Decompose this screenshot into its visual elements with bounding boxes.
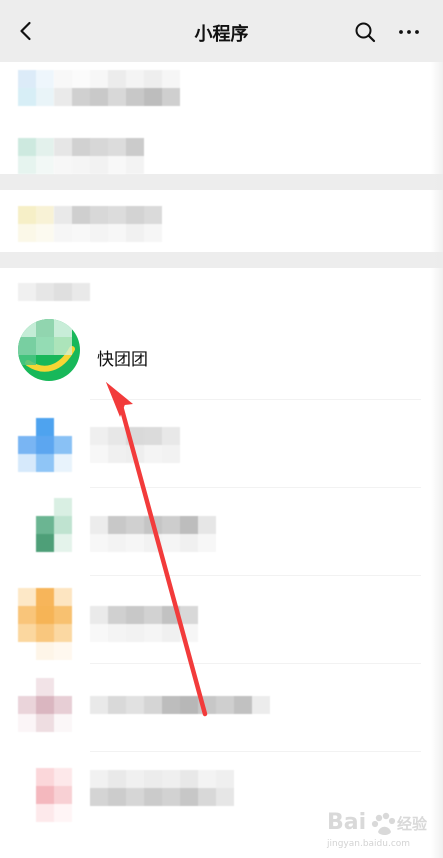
app-name-placeholder: [90, 606, 198, 642]
scroll-edge-shadow: [431, 62, 443, 858]
list-item[interactable]: [0, 400, 443, 488]
kuaituantuan-app-icon: [18, 319, 80, 381]
list-item[interactable]: [0, 488, 443, 576]
app-icon-placeholder: [18, 138, 54, 174]
app-icon-placeholder: [18, 418, 72, 472]
list-item[interactable]: [0, 576, 443, 664]
app-name-placeholder: [90, 696, 270, 714]
more-horizontal-icon[interactable]: [395, 20, 423, 44]
app-icon-placeholder: [36, 498, 72, 552]
app-name-placeholder: [54, 138, 144, 174]
app-icon-placeholder: [18, 206, 54, 242]
app-name-label[interactable]: 快团团: [97, 345, 148, 370]
app-name-placeholder: [90, 770, 234, 806]
watermark-label: 经验: [397, 815, 428, 833]
baidu-paw-icon: [371, 812, 396, 835]
app-icon-placeholder: [36, 768, 72, 822]
watermark-brand: Bai: [327, 810, 366, 835]
section-header-placeholder: [18, 283, 90, 301]
mini-program-list-screen: 小程序 快团团 Bai 经验 jingyan.baidu.com: [0, 0, 443, 858]
watermark-site: jingyan.baidu.com: [326, 839, 410, 849]
search-icon[interactable]: [353, 20, 377, 44]
baidu-watermark: Bai 经验 jingyan.baidu.com: [326, 810, 428, 849]
list-item[interactable]: [0, 192, 443, 252]
app-name-placeholder: [54, 70, 180, 106]
app-icon-placeholder: [18, 678, 72, 732]
app-icon-placeholder: [18, 70, 54, 106]
top-navigation-bar: 小程序: [0, 0, 443, 62]
app-name-placeholder: [54, 206, 162, 242]
app-icon-placeholder: [18, 588, 72, 660]
list-item[interactable]: [0, 128, 443, 174]
list-item[interactable]: [0, 664, 443, 752]
app-name-placeholder: [90, 516, 216, 552]
app-name-placeholder: [90, 427, 180, 463]
